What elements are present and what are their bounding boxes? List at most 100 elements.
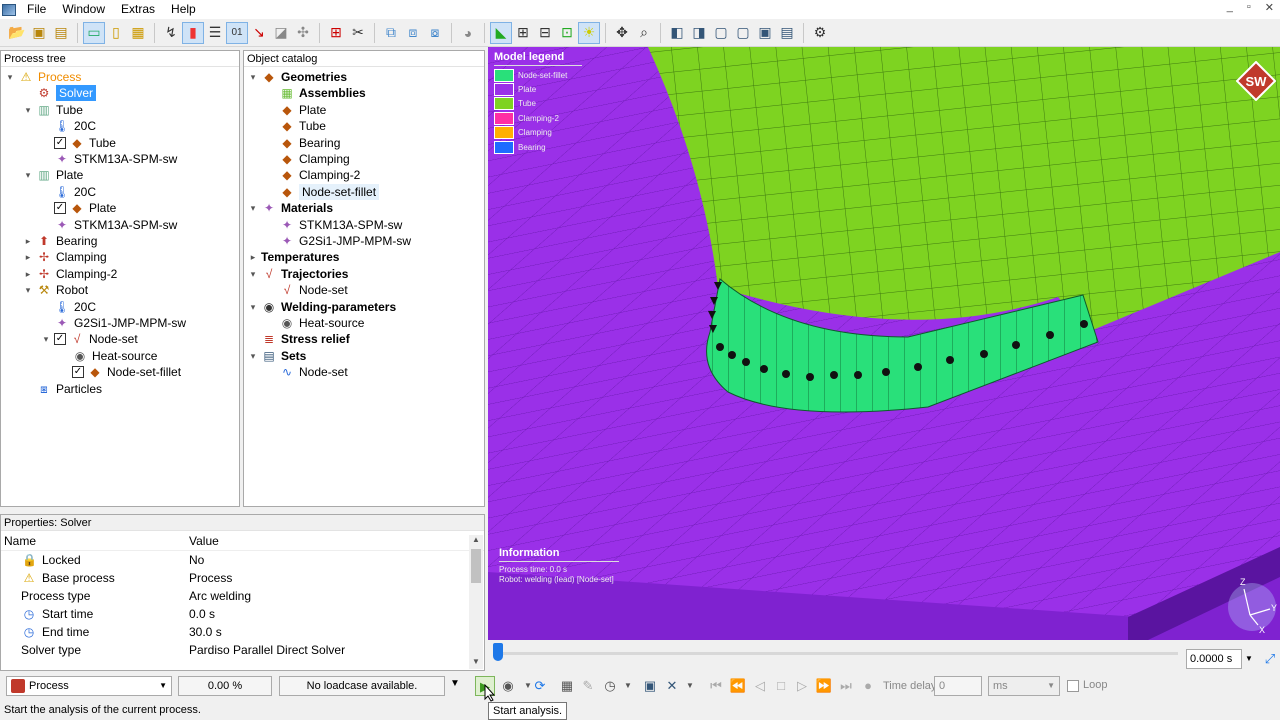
object-catalog-item[interactable]: ∿ Node-set — [266, 364, 348, 380]
tools-icon[interactable]: ✕ — [662, 676, 682, 696]
save-as-icon[interactable]: ▤ — [50, 22, 72, 44]
time-field[interactable]: 0.0000 s — [1186, 649, 1242, 669]
export-icon[interactable]: ▦ — [127, 22, 149, 44]
weld-icon[interactable]: ✣ — [292, 22, 314, 44]
property-value[interactable]: Pardiso Parallel Direct Solver — [189, 643, 484, 657]
property-row[interactable]: ⚠ Base process Process — [1, 569, 484, 587]
close-icon[interactable]: ✕ — [1265, 1, 1274, 14]
mesh-icon[interactable]: ◣ — [490, 21, 512, 44]
cube-icon[interactable]: ⧈ — [402, 22, 424, 44]
surface-icon[interactable]: ⊡ — [556, 22, 578, 44]
process-tree-item[interactable]: ✓ ◆ Tube — [41, 135, 116, 151]
fit-timeline-icon[interactable]: ⤢ — [1260, 649, 1280, 669]
property-row[interactable]: Process type Arc welding — [1, 587, 484, 605]
brush-icon[interactable]: ✎ — [578, 676, 598, 696]
process-tree-item[interactable]: ▾ ▥ Tube — [23, 102, 83, 118]
chevron-right-icon[interactable]: ▸ — [23, 266, 33, 282]
prev-frame-icon[interactable]: ⏪ — [728, 676, 748, 696]
chevron-right-icon[interactable]: ▸ — [23, 233, 33, 249]
object-catalog-item[interactable]: ◆ Node-set-fillet — [266, 183, 380, 200]
clipboard-icon[interactable]: ▯ — [105, 22, 127, 44]
menu-window[interactable]: Window — [55, 0, 114, 19]
view-iso-icon[interactable]: ▣ — [754, 22, 776, 44]
loadcase-dropdown-icon[interactable]: ▼ — [450, 678, 460, 689]
process-tree-item[interactable]: ▾ ▥ Plate — [23, 167, 84, 183]
object-catalog-item[interactable]: ▾ √ Trajectories — [248, 266, 349, 282]
property-row[interactable]: ◷ Start time 0.0 s — [1, 605, 484, 623]
chevron-right-icon[interactable]: ▸ — [23, 249, 33, 265]
object-catalog-item[interactable]: √ Node-set — [266, 282, 348, 298]
time-unit-select[interactable]: ms ▼ — [988, 676, 1060, 696]
first-frame-icon[interactable]: ⏮ — [706, 676, 726, 696]
menu-file[interactable]: File — [20, 0, 55, 19]
light-icon[interactable]: ☀ — [578, 21, 600, 44]
property-value[interactable]: Arc welding — [189, 589, 484, 603]
graph-icon[interactable]: ↯ — [160, 22, 182, 44]
calculator-icon[interactable]: ▦ — [557, 676, 577, 696]
restore-icon[interactable]: ▫ — [1247, 1, 1251, 14]
object-catalog-item[interactable]: ≣ Stress relief — [248, 331, 350, 347]
play-back-icon[interactable]: ◁ — [750, 676, 770, 696]
list-icon[interactable]: ☰ — [204, 22, 226, 44]
scroll-up-icon[interactable]: ▲ — [469, 535, 483, 547]
visibility-checkbox[interactable]: ✓ — [54, 202, 66, 215]
scrollbar-thumb[interactable] — [471, 549, 481, 583]
process-tree-item[interactable]: ✦ STKM13A-SPM-sw — [41, 217, 177, 233]
colorbar-icon[interactable]: ▮ — [182, 21, 204, 44]
3d-viewport[interactable]: Model legend Node-set-fillet Plate Tube Cla… — [488, 47, 1280, 640]
menu-extras[interactable]: Extras — [114, 0, 164, 19]
numbers-icon[interactable]: 01 — [226, 21, 248, 44]
chevron-down-icon[interactable]: ▾ — [248, 69, 258, 85]
object-catalog-item[interactable]: ◆ Tube — [266, 118, 326, 134]
object-catalog-item[interactable]: ✦ STKM13A-SPM-sw — [266, 217, 402, 233]
process-tree-item[interactable]: 🌡 20C — [41, 118, 96, 134]
time-slider-handle[interactable] — [493, 643, 503, 661]
object-catalog-item[interactable]: ◉ Heat-source — [266, 315, 365, 331]
process-tree-item[interactable]: ▾ ✓ √ Node-set — [41, 331, 138, 347]
chevron-down-icon[interactable]: ▾ — [23, 102, 33, 118]
object-catalog-item[interactable]: ▦ Assemblies — [266, 85, 365, 101]
edges-icon[interactable]: ⊟ — [534, 22, 556, 44]
sphere-icon[interactable]: ◕ — [457, 22, 479, 44]
chevron-down-icon[interactable]: ▾ — [248, 299, 258, 315]
cut-icon[interactable]: ✂ — [347, 22, 369, 44]
chevron-right-icon[interactable]: ▸ — [248, 249, 258, 265]
process-tree-item[interactable]: ▾ ⚒ Robot — [23, 282, 88, 298]
save-icon[interactable]: ▣ — [28, 22, 50, 44]
menu-help[interactable]: Help — [164, 0, 205, 19]
process-tree-item[interactable]: 🌡 20C — [41, 184, 96, 200]
object-catalog-item[interactable]: ▾ ◆ Geometries — [248, 69, 347, 85]
transform-icon[interactable]: ◪ — [270, 22, 292, 44]
stop-icon[interactable]: □ — [771, 676, 791, 696]
object-catalog-item[interactable]: ◆ Clamping-2 — [266, 167, 360, 183]
cube-split-icon[interactable]: ⧇ — [424, 22, 446, 44]
last-frame-icon[interactable]: ⏭ — [836, 676, 856, 696]
object-catalog-item[interactable]: ▾ ▤ Sets — [248, 348, 307, 364]
play-icon[interactable]: ▷ — [792, 676, 812, 696]
property-value[interactable]: 0.0 s — [189, 607, 484, 621]
settings-icon[interactable]: ⚙ — [809, 22, 831, 44]
process-tree-item[interactable]: ◉ Heat-source — [59, 348, 158, 364]
process-tree-item[interactable]: ⧆ Particles — [23, 381, 102, 397]
view-left-icon[interactable]: ▢ — [710, 22, 732, 44]
process-select[interactable]: Process ▼ — [6, 676, 172, 696]
copy-view-icon[interactable]: ⧉ — [380, 22, 402, 44]
time-delay-input[interactable]: 0 — [934, 676, 982, 696]
object-catalog-item[interactable]: ✦ G2Si1-JMP-MPM-sw — [266, 233, 411, 249]
timer-icon[interactable]: ◷ — [600, 676, 620, 696]
process-tree-item[interactable]: ✦ G2Si1-JMP-MPM-sw — [41, 315, 186, 331]
property-row[interactable]: Solver type Pardiso Parallel Direct Solve… — [1, 641, 484, 659]
property-value[interactable]: Process — [189, 571, 484, 585]
chevron-down-icon[interactable]: ▼ — [680, 676, 700, 696]
screen-icon[interactable]: ▣ — [640, 676, 660, 696]
property-value[interactable]: 30.0 s — [189, 625, 484, 639]
visibility-checkbox[interactable]: ✓ — [54, 333, 66, 346]
minimize-icon[interactable]: _ — [1227, 1, 1233, 14]
trajectory-icon[interactable]: ↘ — [248, 22, 270, 44]
record-dot-icon[interactable]: ● — [858, 676, 878, 696]
chevron-down-icon[interactable]: ▾ — [248, 348, 258, 364]
properties-scrollbar[interactable]: ▲ ▼ — [469, 535, 483, 669]
process-tree-item[interactable]: 🌡 20C — [41, 299, 96, 315]
property-row[interactable]: ◷ End time 30.0 s — [1, 623, 484, 641]
open-icon[interactable]: 📂 — [6, 22, 28, 44]
